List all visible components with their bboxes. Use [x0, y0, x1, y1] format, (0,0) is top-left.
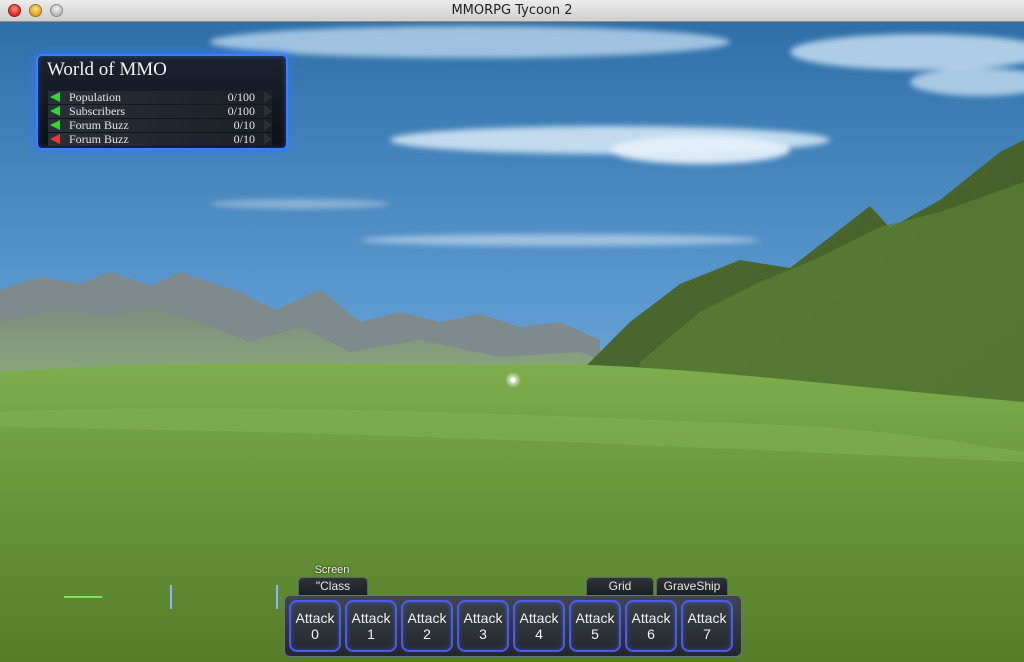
slot-number: 3	[479, 626, 487, 642]
tab-class[interactable]: "Class	[298, 577, 368, 595]
row-tip-icon	[264, 91, 272, 103]
slot-number: 4	[535, 626, 543, 642]
slot-number: 0	[311, 626, 319, 642]
attack-slot-0[interactable]: Attack 0	[289, 600, 341, 652]
attack-slot-7[interactable]: Attack 7	[681, 600, 733, 652]
slot-number: 2	[423, 626, 431, 642]
stat-label: Forum Buzz	[69, 132, 129, 146]
attack-slot-4[interactable]: Attack 4	[513, 600, 565, 652]
stat-row-forum-buzz: Forum Buzz 0/10	[48, 118, 272, 132]
slot-label: Attack	[407, 610, 447, 626]
trend-up-icon	[50, 92, 60, 102]
attack-slot-1[interactable]: Attack 1	[345, 600, 397, 652]
stat-row-subscribers: Subscribers 0/100	[48, 104, 272, 118]
world-stats-panel: World of MMO Population 0/100 Subscriber…	[36, 54, 288, 150]
row-tip-icon	[264, 133, 272, 145]
slot-label: Attack	[687, 610, 727, 626]
row-tip-icon	[264, 119, 272, 131]
stat-label: Subscribers	[69, 104, 125, 118]
trend-up-icon	[50, 106, 60, 116]
stat-value: 0/100	[227, 90, 255, 104]
slot-label: Attack	[519, 610, 559, 626]
attack-slot-5[interactable]: Attack 5	[569, 600, 621, 652]
stat-label: Population	[69, 90, 122, 104]
tab-graveship[interactable]: GraveShip	[656, 577, 728, 595]
stat-label: Forum Buzz	[69, 118, 129, 132]
attack-slot-3[interactable]: Attack 3	[457, 600, 509, 652]
slot-label: Attack 1	[351, 610, 391, 642]
slot-number: 5	[591, 626, 599, 642]
slot-number: 7	[703, 626, 711, 642]
trend-down-icon	[50, 134, 60, 144]
stat-row-population: Population 0/100	[48, 90, 272, 104]
stat-value: 0/100	[227, 104, 255, 118]
attack-slot-6[interactable]: Attack 6	[625, 600, 677, 652]
hud-divider	[170, 585, 172, 609]
trend-up-icon	[50, 120, 60, 130]
row-tip-icon	[264, 105, 272, 117]
tab-grid[interactable]: Grid	[586, 577, 654, 595]
window-title: MMORPG Tycoon 2	[451, 3, 573, 18]
slot-label: Attack	[631, 610, 671, 626]
slot-number: 6	[647, 626, 655, 642]
hud-divider	[276, 585, 278, 609]
health-bar	[64, 596, 102, 598]
action-bar: Attack 0 Attack 1 Attack 2 Attack 3 Atta…	[284, 595, 742, 657]
slot-label: Attack	[295, 610, 335, 626]
attack-slot-2[interactable]: Attack 2	[401, 600, 453, 652]
slot-label: Attack	[463, 610, 503, 626]
slot-label: Attack	[575, 610, 615, 626]
stat-value: 0/10	[233, 118, 255, 132]
game-viewport[interactable]: World of MMO Population 0/100 Subscriber…	[0, 22, 1024, 662]
screen-label: Screen	[314, 564, 350, 576]
stat-value: 0/10	[233, 132, 255, 146]
window-titlebar: MMORPG Tycoon 2	[0, 0, 1024, 22]
stat-row-forum-buzz-2: Forum Buzz 0/10	[48, 132, 272, 146]
world-title: World of MMO	[47, 59, 167, 80]
